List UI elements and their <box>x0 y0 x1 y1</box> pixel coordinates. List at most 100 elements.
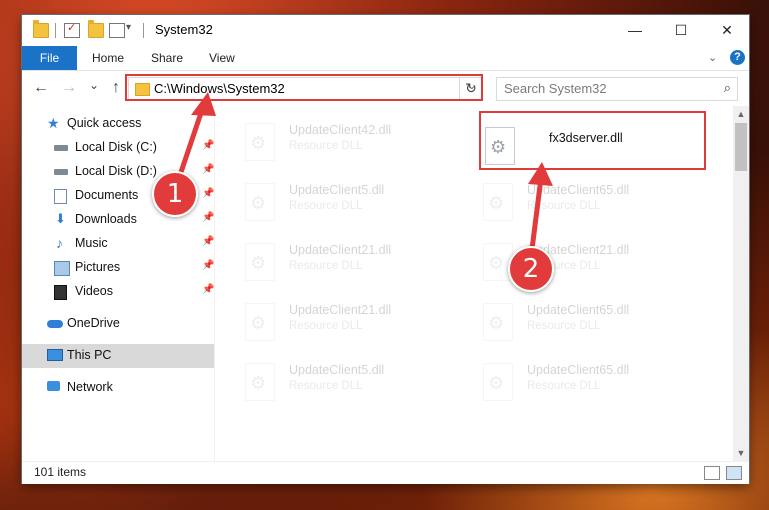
sidebar-item-label: Videos <box>75 284 113 298</box>
file-name: UpdateClient5.dll <box>289 363 385 377</box>
step-badge-2: 2 <box>508 246 554 292</box>
cloud-icon <box>47 320 63 328</box>
forward-button[interactable]: → <box>60 79 78 97</box>
file-highlight <box>479 111 706 170</box>
item-count: 101 items <box>34 465 87 479</box>
pin-icon[interactable]: 📌 <box>202 236 214 247</box>
sidebar-item-label: Music <box>75 236 108 250</box>
window-title: System32 <box>155 22 213 37</box>
sidebar-item-label: Pictures <box>75 260 121 274</box>
network-icon <box>47 381 60 391</box>
pin-icon[interactable]: 📌 <box>202 188 214 199</box>
file-name: UpdateClient65.dll <box>527 183 630 197</box>
list-item[interactable]: UpdateClient65.dll Resource DLL <box>453 301 683 351</box>
sidebar-item-videos[interactable]: Videos 📌 <box>22 280 214 304</box>
dll-file-icon <box>483 363 513 401</box>
list-item[interactable]: UpdateClient5.dll Resource DLL <box>215 181 445 231</box>
sidebar-item-onedrive[interactable]: OneDrive <box>22 312 214 336</box>
scroll-down-icon[interactable]: ▼ <box>733 445 749 461</box>
tab-share[interactable]: Share <box>151 46 183 70</box>
vertical-scrollbar[interactable]: ▲ ▼ <box>733 106 749 461</box>
sidebar-item-this-pc[interactable]: This PC <box>22 344 214 368</box>
tab-view[interactable]: View <box>209 46 235 70</box>
maximize-button[interactable]: ☐ <box>658 15 704 46</box>
drive-icon <box>54 145 68 151</box>
file-type: Resource DLL <box>289 380 363 392</box>
list-item[interactable]: UpdateClient21.dll Resource DLL <box>215 301 445 351</box>
new-folder-icon[interactable] <box>88 20 104 38</box>
sidebar-item-label: OneDrive <box>67 316 120 330</box>
pin-icon[interactable]: 📌 <box>202 164 214 175</box>
pin-icon[interactable]: 📌 <box>202 284 214 295</box>
divider <box>143 23 144 38</box>
documents-icon <box>54 189 67 204</box>
sidebar-item-label: Local Disk (C:) <box>75 140 157 154</box>
status-bar: 101 items <box>22 461 749 484</box>
chevron-down-icon[interactable]: ▾ <box>126 22 131 33</box>
pictures-icon <box>54 261 70 276</box>
sidebar-item-local-disk-c[interactable]: Local Disk (C:) 📌 <box>22 136 214 160</box>
details-view-icon[interactable] <box>704 466 720 480</box>
star-icon: ★ <box>47 115 60 131</box>
search-box[interactable]: Search System32 ⌕ <box>496 77 738 101</box>
tab-home[interactable]: Home <box>92 46 124 70</box>
folder-icon[interactable] <box>33 20 49 38</box>
sidebar-item-label: Network <box>67 380 113 394</box>
list-item[interactable]: UpdateClient65.dll Resource DLL <box>453 361 683 411</box>
file-type: Resource DLL <box>289 260 363 272</box>
dll-file-icon <box>245 183 275 221</box>
up-button[interactable]: ↑ <box>107 79 125 97</box>
scroll-up-icon[interactable]: ▲ <box>733 106 749 122</box>
navigation-pane: ★ Quick access Local Disk (C:) 📌 Local D… <box>22 106 215 461</box>
divider <box>55 23 56 38</box>
large-icons-view-icon[interactable] <box>726 466 742 480</box>
file-name: UpdateClient42.dll <box>289 123 392 137</box>
sidebar-item-pictures[interactable]: Pictures 📌 <box>22 256 214 280</box>
help-icon[interactable]: ? <box>730 50 745 65</box>
music-icon: ♪ <box>56 235 63 251</box>
customize-icon[interactable] <box>109 23 125 38</box>
address-bar-highlight <box>125 74 483 101</box>
file-name: UpdateClient65.dll <box>527 303 630 317</box>
ribbon-tabs: File Home Share View ⌄ ? <box>22 46 749 71</box>
step-badge-1: 1 <box>152 171 198 217</box>
expand-ribbon-icon[interactable]: ⌄ <box>708 51 717 64</box>
videos-icon <box>54 285 67 300</box>
dll-file-icon <box>245 363 275 401</box>
drive-icon <box>54 169 68 175</box>
dll-file-icon <box>245 303 275 341</box>
search-input[interactable]: Search System32 <box>504 81 607 96</box>
recent-locations-button[interactable]: ⌄ <box>85 78 103 92</box>
dll-file-icon <box>245 123 275 161</box>
sidebar-item-label: Documents <box>75 188 139 202</box>
sidebar-item-music[interactable]: ♪ Music 📌 <box>22 232 214 256</box>
pin-icon[interactable]: 📌 <box>202 260 214 271</box>
file-type: Resource DLL <box>289 140 363 152</box>
close-button[interactable]: ✕ <box>704 15 750 46</box>
back-button[interactable]: ← <box>32 79 50 97</box>
list-item[interactable]: UpdateClient21.dll Resource DLL <box>453 241 683 291</box>
computer-icon <box>47 349 63 361</box>
sidebar-item-label: Downloads <box>75 212 137 226</box>
list-item[interactable]: UpdateClient5.dll Resource DLL <box>215 361 445 411</box>
list-item[interactable]: UpdateClient65.dll Resource DLL <box>453 181 683 231</box>
title-bar: ▾ System32 — ☐ ✕ <box>22 15 749 46</box>
sidebar-item-network[interactable]: Network <box>22 376 214 400</box>
file-type: Resource DLL <box>527 200 601 212</box>
sidebar-item-quick-access[interactable]: ★ Quick access <box>22 112 214 136</box>
file-type: Resource DLL <box>289 200 363 212</box>
scroll-thumb[interactable] <box>735 123 747 171</box>
properties-icon[interactable] <box>64 21 80 38</box>
list-item[interactable]: UpdateClient42.dll Resource DLL <box>215 121 445 171</box>
pin-icon[interactable]: 📌 <box>202 212 214 223</box>
file-name: UpdateClient5.dll <box>289 183 385 197</box>
dll-file-icon <box>483 303 513 341</box>
minimize-button[interactable]: — <box>612 15 658 46</box>
list-item[interactable]: UpdateClient21.dll Resource DLL <box>215 241 445 291</box>
sidebar-item-label: Local Disk (D:) <box>75 164 157 178</box>
search-icon[interactable]: ⌕ <box>724 80 731 96</box>
file-name: UpdateClient21.dll <box>289 303 392 317</box>
sidebar-item-label: This PC <box>67 348 112 362</box>
tab-file[interactable]: File <box>22 46 77 70</box>
pin-icon[interactable]: 📌 <box>202 140 214 151</box>
